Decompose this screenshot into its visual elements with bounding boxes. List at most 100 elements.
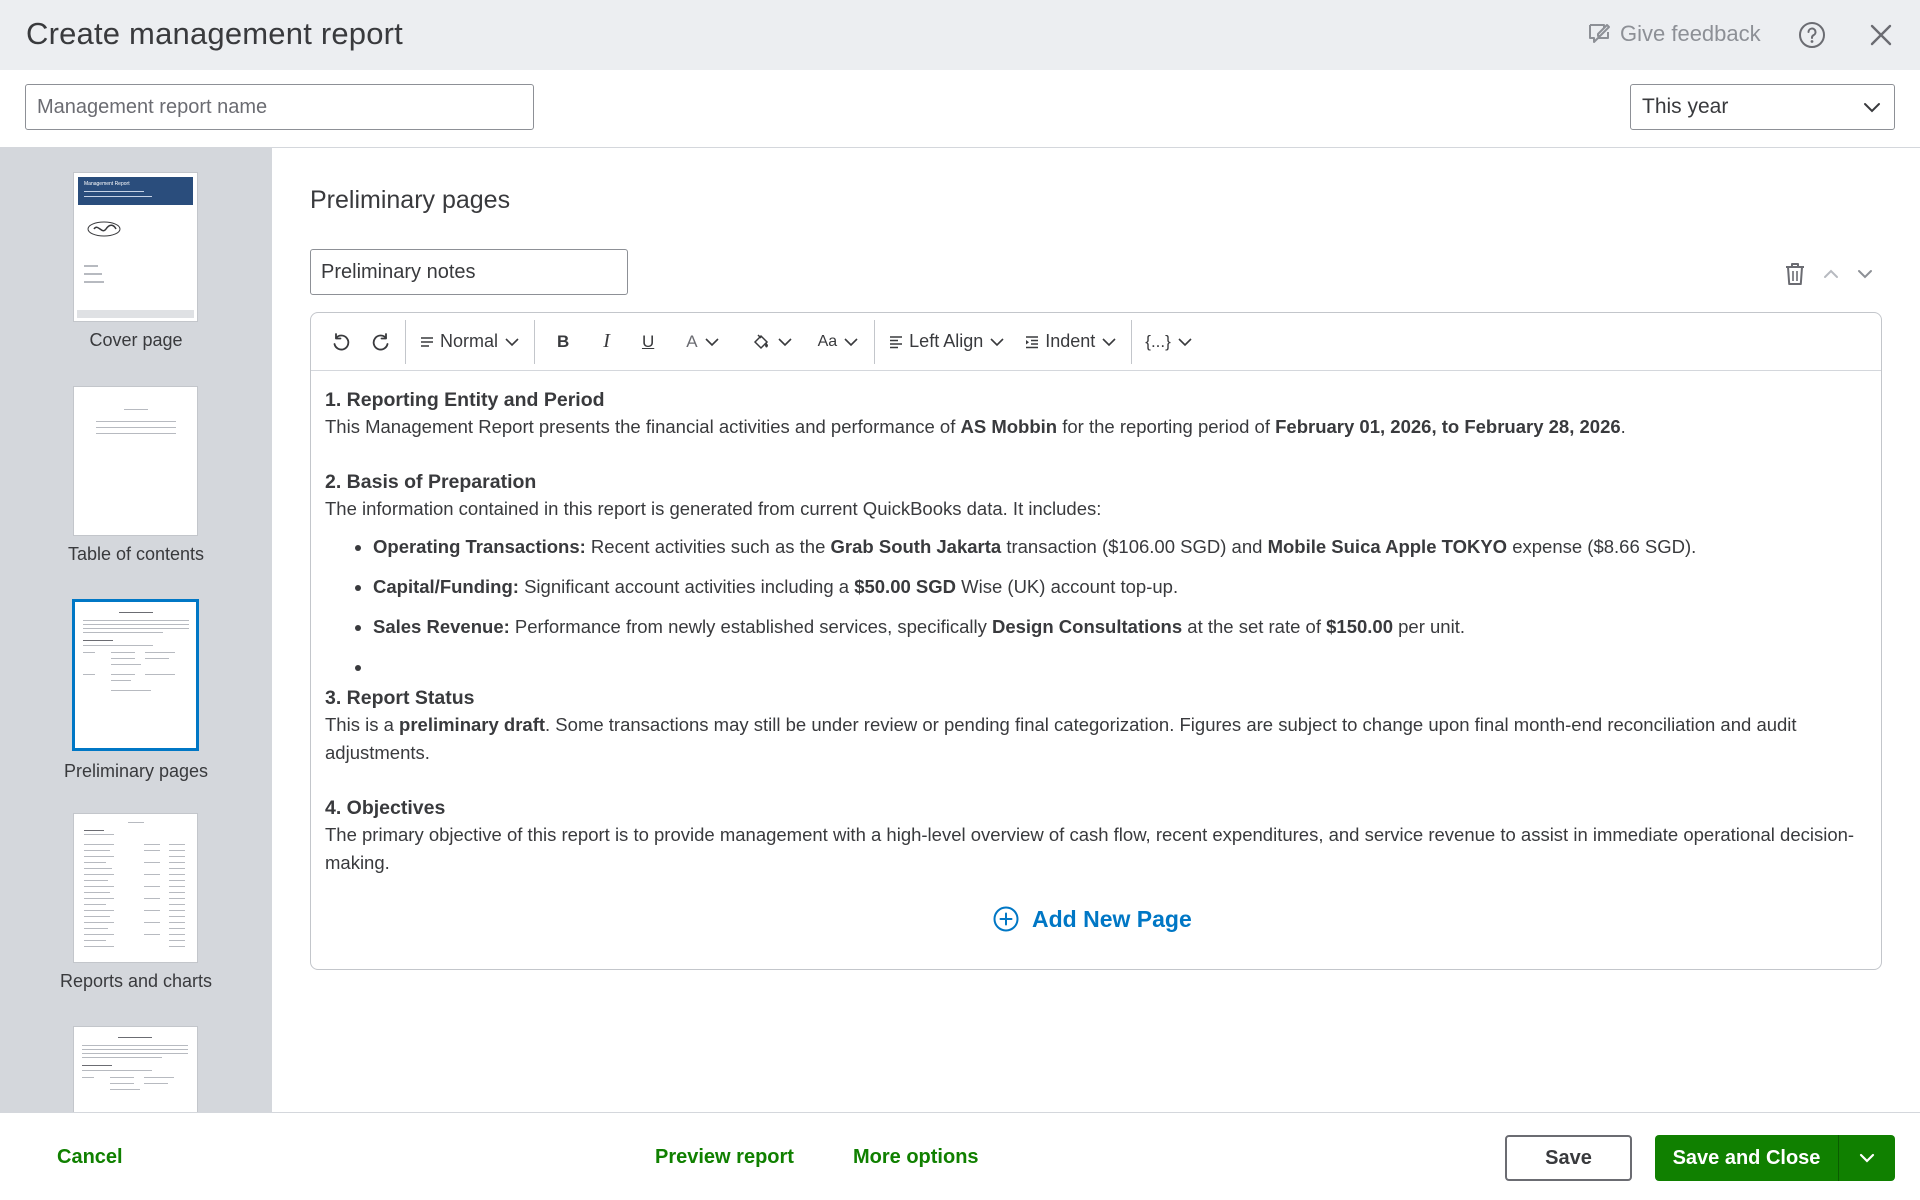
sidebar-item-label: Table of contents bbox=[67, 544, 205, 564]
period-select[interactable]: This year bbox=[1630, 84, 1895, 130]
list-item-empty bbox=[373, 653, 1870, 681]
section-heading: 3. Report Status bbox=[325, 687, 475, 709]
indent-dropdown[interactable]: Indent bbox=[1015, 322, 1127, 362]
list-item: Operating Transactions: Recent activitie… bbox=[373, 533, 1870, 561]
toolbar-divider bbox=[874, 319, 876, 364]
editor-content[interactable]: 1. Reporting Entity and Period This Mana… bbox=[325, 387, 1870, 877]
period-select-value: This year bbox=[1642, 95, 1729, 118]
section-heading: 1. Reporting Entity and Period bbox=[325, 389, 605, 411]
paragraph-style-label: Normal bbox=[440, 331, 499, 351]
paragraph: The primary objective of this report is … bbox=[325, 824, 1855, 873]
move-up-icon[interactable] bbox=[1820, 263, 1842, 285]
chevron-down-icon bbox=[778, 337, 792, 346]
preview-report-button[interactable]: Preview report bbox=[655, 1146, 794, 1169]
cover-page-thumbnail: Management Report bbox=[73, 172, 198, 322]
cover-thumb-title: Management Report bbox=[84, 181, 130, 187]
sidebar-item-label: Reports and charts bbox=[59, 971, 213, 991]
align-left-icon bbox=[890, 335, 903, 348]
sidebar-item-additional-page[interactable] bbox=[0, 1026, 272, 1112]
give-feedback-button[interactable]: Give feedback bbox=[1586, 21, 1761, 47]
chevron-down-icon bbox=[505, 337, 519, 346]
chevron-down-icon bbox=[990, 337, 1004, 346]
underline-icon: U bbox=[641, 331, 655, 351]
toolbar-divider bbox=[405, 319, 406, 364]
paint-bucket-icon bbox=[753, 333, 768, 349]
additional-page-thumbnail bbox=[73, 1026, 198, 1112]
chevron-down-icon bbox=[1864, 103, 1880, 113]
paragraph: This is a preliminary draft. Some transa… bbox=[325, 714, 1797, 763]
report-name-input[interactable] bbox=[25, 84, 534, 130]
font-size-icon: Aa bbox=[817, 332, 838, 350]
page-thumbnails-sidebar: Management Report Cover page Table of co… bbox=[0, 148, 272, 1112]
sidebar-item-table-of-contents[interactable]: Table of contents bbox=[0, 386, 272, 564]
font-size-dropdown[interactable]: Aa bbox=[808, 322, 871, 362]
underline-button[interactable]: U bbox=[626, 322, 670, 362]
close-icon[interactable] bbox=[1868, 22, 1894, 48]
save-and-close-split-button: Save and Close bbox=[1655, 1135, 1895, 1181]
trash-icon[interactable] bbox=[1782, 260, 1808, 288]
italic-icon: I bbox=[603, 330, 610, 352]
bold-button[interactable]: B bbox=[539, 322, 587, 362]
page-actions bbox=[1782, 260, 1876, 288]
more-options-button[interactable]: More options bbox=[853, 1146, 979, 1169]
toolbar-divider bbox=[534, 319, 536, 364]
insert-field-dropdown[interactable]: {...} bbox=[1136, 322, 1203, 362]
rich-text-editor[interactable]: Normal B I U A Aa Left Align Indent {...… bbox=[310, 312, 1882, 970]
sidebar-item-cover-page[interactable]: Management Report Cover page bbox=[0, 172, 272, 350]
sidebar-item-label: Preliminary pages bbox=[63, 761, 209, 781]
sidebar-item-label: Cover page bbox=[89, 330, 183, 350]
help-icon[interactable] bbox=[1797, 20, 1827, 50]
report-settings-row: This year bbox=[0, 70, 1920, 148]
feedback-icon bbox=[1589, 24, 1610, 43]
undo-icon bbox=[333, 332, 350, 350]
page-editor-panel: Preliminary pages Preliminary notes Norm… bbox=[272, 148, 1920, 1112]
font-color-dropdown[interactable]: A bbox=[670, 322, 736, 362]
add-new-page-label: Add New Page bbox=[1032, 905, 1192, 932]
alignment-label: Left Align bbox=[909, 331, 984, 351]
toolbar-divider bbox=[1131, 319, 1133, 364]
dialog-title: Create management report bbox=[26, 16, 403, 51]
add-new-page-button[interactable]: Add New Page bbox=[992, 905, 1192, 933]
chevron-down-icon bbox=[705, 337, 719, 346]
section-heading: 2. Basis of Preparation bbox=[325, 471, 537, 493]
chevron-down-icon bbox=[1178, 337, 1192, 346]
alignment-dropdown[interactable]: Left Align bbox=[879, 322, 1015, 362]
logo-icon bbox=[87, 221, 121, 237]
italic-button[interactable]: I bbox=[587, 322, 626, 362]
save-button[interactable]: Save bbox=[1505, 1135, 1632, 1181]
indent-label: Indent bbox=[1045, 331, 1096, 351]
editor-toolbar: Normal B I U A Aa Left Align Indent {...… bbox=[311, 313, 1881, 371]
list-item: Sales Revenue: Performance from newly es… bbox=[373, 613, 1870, 641]
cancel-button[interactable]: Cancel bbox=[57, 1146, 123, 1169]
paragraph: The information contained in this report… bbox=[325, 498, 1102, 519]
sidebar-item-reports-and-charts[interactable]: Reports and charts bbox=[0, 813, 272, 991]
dialog-header: Create management report Give feedback bbox=[0, 0, 1920, 70]
move-down-icon[interactable] bbox=[1854, 263, 1876, 285]
section-title: Preliminary pages bbox=[310, 186, 511, 214]
chevron-down-icon bbox=[1859, 1153, 1875, 1163]
table-of-contents-thumbnail bbox=[73, 386, 198, 536]
list-item: Capital/Funding: Significant account act… bbox=[373, 573, 1870, 601]
sidebar-item-preliminary-pages[interactable]: Preliminary pages bbox=[0, 599, 272, 781]
redo-icon bbox=[372, 332, 389, 350]
save-and-close-button[interactable]: Save and Close bbox=[1655, 1135, 1838, 1181]
indent-icon bbox=[1026, 335, 1039, 348]
chevron-down-icon bbox=[844, 337, 858, 346]
dialog-footer: Cancel Preview report More options Save … bbox=[0, 1112, 1920, 1200]
redo-button[interactable] bbox=[361, 322, 401, 362]
paragraph-icon bbox=[421, 336, 433, 347]
highlight-color-dropdown[interactable] bbox=[737, 322, 808, 362]
plus-circle-icon bbox=[993, 906, 1019, 932]
font-color-icon: A bbox=[686, 331, 698, 351]
bold-icon: B bbox=[557, 331, 570, 351]
save-options-dropdown[interactable] bbox=[1839, 1135, 1895, 1181]
chevron-down-icon bbox=[1102, 337, 1116, 346]
undo-button[interactable] bbox=[321, 322, 361, 362]
reports-and-charts-thumbnail bbox=[73, 813, 198, 963]
paragraph: This Management Report presents the fina… bbox=[325, 416, 1626, 437]
page-name-input[interactable] bbox=[310, 249, 628, 295]
paragraph-style-dropdown[interactable]: Normal bbox=[410, 322, 530, 362]
cover-thumb-header: Management Report bbox=[78, 177, 193, 205]
section-heading: 4. Objectives bbox=[325, 797, 446, 819]
preliminary-pages-thumbnail bbox=[72, 599, 199, 751]
